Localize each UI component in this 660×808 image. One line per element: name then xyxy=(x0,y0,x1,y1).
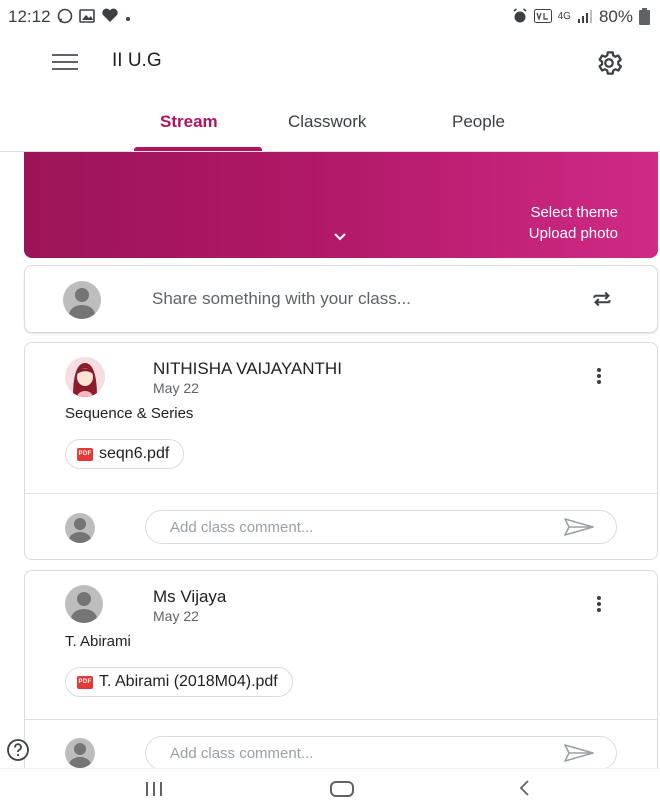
signal-icon xyxy=(577,9,593,26)
class-banner: Select theme Upload photo xyxy=(24,152,658,258)
upload-photo-link[interactable]: Upload photo xyxy=(529,225,618,242)
attachment-name: T. Abirami (2018M04).pdf xyxy=(99,673,278,690)
avatar xyxy=(65,513,95,543)
post-card: Ms Vijaya May 22 T. Abirami PDF T. Abira… xyxy=(24,570,658,770)
avatar xyxy=(65,738,95,768)
post-body: Sequence & Series xyxy=(65,405,194,422)
share-box[interactable]: Share something with your class... xyxy=(24,265,658,333)
send-icon[interactable] xyxy=(563,743,595,763)
post-body: T. Abirami xyxy=(65,633,131,650)
gallery-icon xyxy=(78,8,95,26)
home-icon[interactable] xyxy=(330,781,354,797)
status-left: 12:12 xyxy=(8,7,131,27)
whatsapp-icon xyxy=(57,8,73,27)
settings-gear-icon[interactable] xyxy=(594,48,624,78)
network-type: 4G xyxy=(557,11,571,22)
dot-icon xyxy=(125,10,131,25)
chevron-down-icon[interactable] xyxy=(332,228,348,244)
post-date: May 22 xyxy=(153,380,199,396)
system-nav-bar xyxy=(0,768,660,808)
volte-icon xyxy=(533,8,552,26)
menu-icon[interactable] xyxy=(52,54,78,70)
tab-bar: Stream Classwork People xyxy=(0,100,660,152)
heart-icon xyxy=(101,8,119,26)
active-tab-indicator xyxy=(134,147,262,151)
tab-classwork[interactable]: Classwork xyxy=(288,112,366,132)
post-card: NITHISHA VAIJAYANTHI May 22 Sequence & S… xyxy=(24,342,658,560)
class-title: II U.G xyxy=(112,50,162,71)
attachment-chip[interactable]: PDF T. Abirami (2018M04).pdf xyxy=(65,667,293,697)
avatar xyxy=(65,357,105,397)
select-theme-link[interactable]: Select theme xyxy=(530,204,618,221)
tab-stream[interactable]: Stream xyxy=(160,112,218,132)
comment-input[interactable]: Add class comment... xyxy=(145,736,617,770)
attachment-name: seqn6.pdf xyxy=(99,445,170,462)
author-name: Ms Vijaya xyxy=(153,587,227,606)
author-name: NITHISHA VAIJAYANTHI xyxy=(153,359,342,378)
battery-icon xyxy=(639,7,650,25)
share-placeholder: Share something with your class... xyxy=(152,289,411,308)
status-time: 12:12 xyxy=(8,7,51,26)
pdf-icon: PDF xyxy=(77,676,93,689)
send-icon[interactable] xyxy=(563,517,595,537)
divider xyxy=(25,493,657,494)
comment-input[interactable]: Add class comment... xyxy=(145,510,617,544)
back-icon[interactable] xyxy=(515,778,535,798)
recent-apps-icon[interactable] xyxy=(146,782,164,796)
repost-icon[interactable] xyxy=(589,286,615,312)
attachment-chip[interactable]: PDF seqn6.pdf xyxy=(65,439,185,469)
tab-people[interactable]: People xyxy=(452,112,505,132)
status-right: 4G 80% xyxy=(512,7,650,27)
avatar xyxy=(65,585,103,623)
more-options-icon[interactable] xyxy=(595,365,603,387)
more-options-icon[interactable] xyxy=(595,593,603,615)
divider xyxy=(25,719,657,720)
help-icon[interactable] xyxy=(6,738,30,762)
post-date: May 22 xyxy=(153,608,199,624)
alarm-icon xyxy=(512,7,528,27)
battery-level: 80% xyxy=(598,7,633,26)
avatar xyxy=(63,281,101,319)
pdf-icon: PDF xyxy=(77,448,93,461)
status-bar: 12:12 4G 80% xyxy=(0,0,660,34)
app-bar: II U.G xyxy=(0,34,660,90)
